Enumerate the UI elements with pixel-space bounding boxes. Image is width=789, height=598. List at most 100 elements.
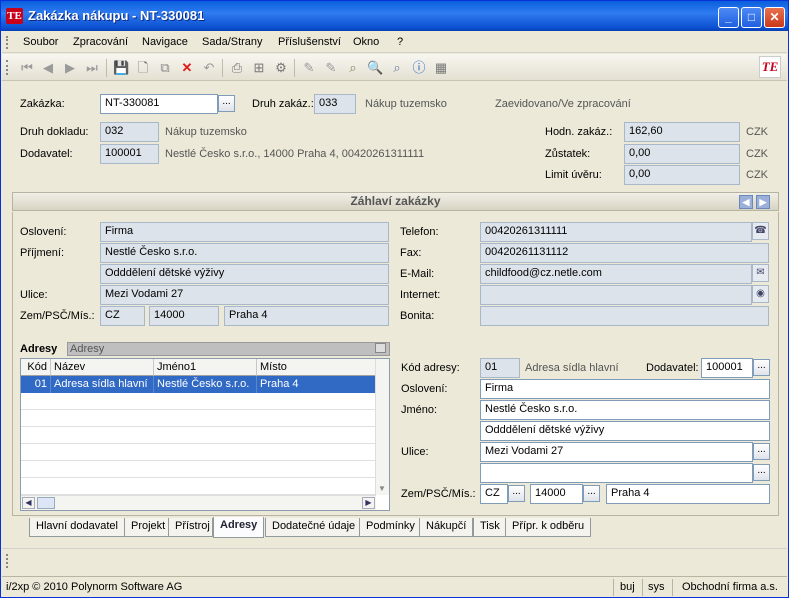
detail-misto-input[interactable]: Praha 4 bbox=[606, 484, 770, 504]
menu-sada-strany[interactable]: Sada/Strany bbox=[202, 36, 263, 48]
print-icon[interactable]: ⎙ bbox=[229, 60, 245, 76]
detail-ulice1-input[interactable]: Mezi Vodami 27 bbox=[480, 442, 753, 462]
internet-icon[interactable]: ◉ bbox=[752, 285, 769, 303]
detail-zem-input[interactable]: CZ bbox=[480, 484, 508, 504]
telefon-label: Telefon: bbox=[400, 226, 439, 238]
toolbar-separator bbox=[106, 59, 107, 77]
detail-ulice2-input[interactable] bbox=[480, 463, 753, 483]
tree-icon[interactable]: ⊞ bbox=[251, 60, 267, 76]
detail-jmeno2-input[interactable]: Odddělení dětské výživy bbox=[480, 421, 770, 441]
tab-dodatecne-udaje[interactable]: Dodatečné údaje bbox=[265, 518, 363, 537]
window-title: Zakázka nákupu - NT-330081 bbox=[28, 8, 205, 23]
tab-projekt[interactable]: Projekt bbox=[124, 518, 173, 537]
last-record-icon[interactable]: ⏭ bbox=[84, 60, 100, 76]
fax-field: 00420261131112 bbox=[480, 243, 769, 263]
adresy-toggle-icon[interactable] bbox=[375, 343, 386, 353]
section-prev-icon[interactable]: ◀ bbox=[739, 195, 753, 209]
scroll-thumb[interactable] bbox=[37, 497, 55, 509]
scroll-right-icon[interactable]: ▶ bbox=[362, 497, 375, 509]
save-icon[interactable]: 💾 bbox=[113, 60, 129, 76]
status-copyright: i/2xp © 2010 Polynorm Software AG bbox=[6, 581, 183, 593]
tab-adresy[interactable]: Adresy bbox=[213, 517, 265, 538]
zakazka-label: Zakázka: bbox=[20, 98, 65, 110]
minimize-button[interactable]: _ bbox=[718, 7, 739, 28]
zustatek-field: 0,00 bbox=[624, 144, 740, 164]
kod-adresy-label: Kód adresy: bbox=[401, 362, 460, 374]
new-document-icon[interactable]: 🗋 bbox=[135, 60, 151, 76]
maximize-button[interactable]: □ bbox=[741, 7, 762, 28]
toolbar: ⏮ ◀ ▶ ⏭ 💾 🗋 ⧉ ✕ ↶ ⎙ ⊞ ⚙ ✎ ✎ ⌕ 🔍 ⌕ ⓘ ▦ TE bbox=[2, 54, 787, 81]
column-header-misto[interactable]: Místo bbox=[257, 359, 376, 376]
main-window: TE Zakázka nákupu - NT-330081 _ □ ✕ Soub… bbox=[0, 0, 789, 598]
title-bar[interactable]: TE Zakázka nákupu - NT-330081 _ □ ✕ bbox=[1, 1, 788, 31]
detail-dodavatel-input[interactable]: 100001 bbox=[701, 358, 753, 378]
hodn-label: Hodn. zakáz.: bbox=[545, 126, 613, 138]
find-icon[interactable]: ⌕ bbox=[345, 60, 361, 76]
menu-soubor[interactable]: Soubor bbox=[23, 36, 58, 48]
edit-all-icon[interactable]: ✎ bbox=[323, 60, 339, 76]
menu-navigace[interactable]: Navigace bbox=[142, 36, 188, 48]
prijmeni2-field: Odddělení dětské výživy bbox=[100, 264, 389, 284]
table-row[interactable]: 01 Adresa sídla hlavní Nestlé Česko s.r.… bbox=[21, 376, 376, 393]
tab-podminky[interactable]: Podmínky bbox=[359, 518, 422, 537]
detail-ulice1-lookup-button[interactable]: ... bbox=[753, 443, 770, 460]
zakazka-lookup-button[interactable]: ... bbox=[218, 95, 235, 112]
tab-pristroj[interactable]: Přístroj bbox=[168, 518, 213, 537]
settings-icon[interactable]: ⚙ bbox=[273, 60, 289, 76]
detail-osloveni-input[interactable]: Firma bbox=[480, 379, 770, 399]
detail-ulice2-lookup-button[interactable]: ... bbox=[753, 464, 770, 481]
info-icon[interactable]: ⓘ bbox=[411, 60, 427, 76]
secondary-toolbar-grip bbox=[6, 554, 9, 568]
adresy-grid[interactable]: Kód Název Jméno1 Místo 01 Adresa sídla h… bbox=[20, 358, 390, 511]
vertical-scrollbar[interactable]: ▼ bbox=[375, 359, 389, 495]
zakazka-input[interactable]: NT-330081 bbox=[100, 94, 218, 114]
edit-icon[interactable]: ✎ bbox=[301, 60, 317, 76]
phone-icon[interactable]: ☎ bbox=[752, 222, 769, 240]
detail-zem-lookup-button[interactable]: ... bbox=[508, 485, 525, 502]
tab-nakupci[interactable]: Nákupčí bbox=[419, 518, 474, 537]
menu-prislusenstvi[interactable]: Příslušenství bbox=[278, 36, 341, 48]
menu-help[interactable]: ? bbox=[397, 36, 403, 48]
calculator-icon[interactable]: ▦ bbox=[433, 60, 449, 76]
detail-dodavatel-lookup-button[interactable]: ... bbox=[753, 359, 770, 376]
tab-tisk[interactable]: Tisk bbox=[473, 518, 507, 537]
druh-dokladu-text: Nákup tuzemsko bbox=[165, 126, 247, 138]
detail-psc-input[interactable]: 14000 bbox=[530, 484, 583, 504]
scroll-left-icon[interactable]: ◀ bbox=[22, 497, 35, 509]
previous-record-icon[interactable]: ◀ bbox=[40, 60, 56, 76]
osloveni-field: Firma bbox=[100, 222, 389, 242]
menu-zpracovani[interactable]: Zpracování bbox=[73, 36, 128, 48]
toolbar-separator bbox=[294, 59, 295, 77]
horizontal-scrollbar[interactable]: ◀ ▶ bbox=[21, 495, 376, 510]
detail-psc-lookup-button[interactable]: ... bbox=[583, 485, 600, 502]
copy-icon[interactable]: ⧉ bbox=[157, 60, 173, 76]
detail-jmeno-label: Jméno: bbox=[401, 404, 438, 416]
section-next-icon[interactable]: ▶ bbox=[756, 195, 770, 209]
column-header-nazev[interactable]: Název bbox=[51, 359, 154, 376]
column-header-jmeno1[interactable]: Jméno1 bbox=[154, 359, 257, 376]
delete-icon[interactable]: ✕ bbox=[179, 60, 195, 76]
tab-hlavni-dodavatel[interactable]: Hlavní dodavatel bbox=[29, 518, 125, 537]
menu-bar: Soubor Zpracování Navigace Sada/Strany P… bbox=[2, 32, 787, 53]
detail-jmeno1-input[interactable]: Nestlé Česko s.r.o. bbox=[480, 400, 770, 420]
column-header-kod[interactable]: Kód bbox=[21, 359, 51, 376]
email-icon[interactable]: ✉ bbox=[752, 264, 769, 282]
tab-pripr-k-odberu[interactable]: Přípr. k odběru bbox=[505, 518, 592, 537]
detail-dodavatel-label: Dodavatel: bbox=[646, 362, 699, 374]
psc-field: 14000 bbox=[149, 306, 219, 326]
osloveni-label: Oslovení: bbox=[20, 226, 67, 238]
cell-jmeno1: Nestlé Česko s.r.o. bbox=[154, 376, 257, 393]
toolbar-grip bbox=[6, 60, 9, 75]
search-icon[interactable]: 🔍 bbox=[367, 60, 383, 76]
status-user: buj bbox=[620, 581, 635, 593]
undo-icon[interactable]: ↶ bbox=[201, 60, 217, 76]
scroll-down-icon[interactable]: ▼ bbox=[378, 484, 386, 493]
first-record-icon[interactable]: ⏮ bbox=[19, 60, 35, 76]
menu-grip bbox=[6, 36, 9, 49]
close-button[interactable]: ✕ bbox=[764, 7, 785, 28]
next-record-icon[interactable]: ▶ bbox=[62, 60, 78, 76]
menu-okno[interactable]: Okno bbox=[353, 36, 379, 48]
search-user-icon[interactable]: ⌕ bbox=[389, 60, 405, 76]
dodavatel-field: 100001 bbox=[100, 144, 159, 164]
bonita-label: Bonita: bbox=[400, 310, 435, 322]
